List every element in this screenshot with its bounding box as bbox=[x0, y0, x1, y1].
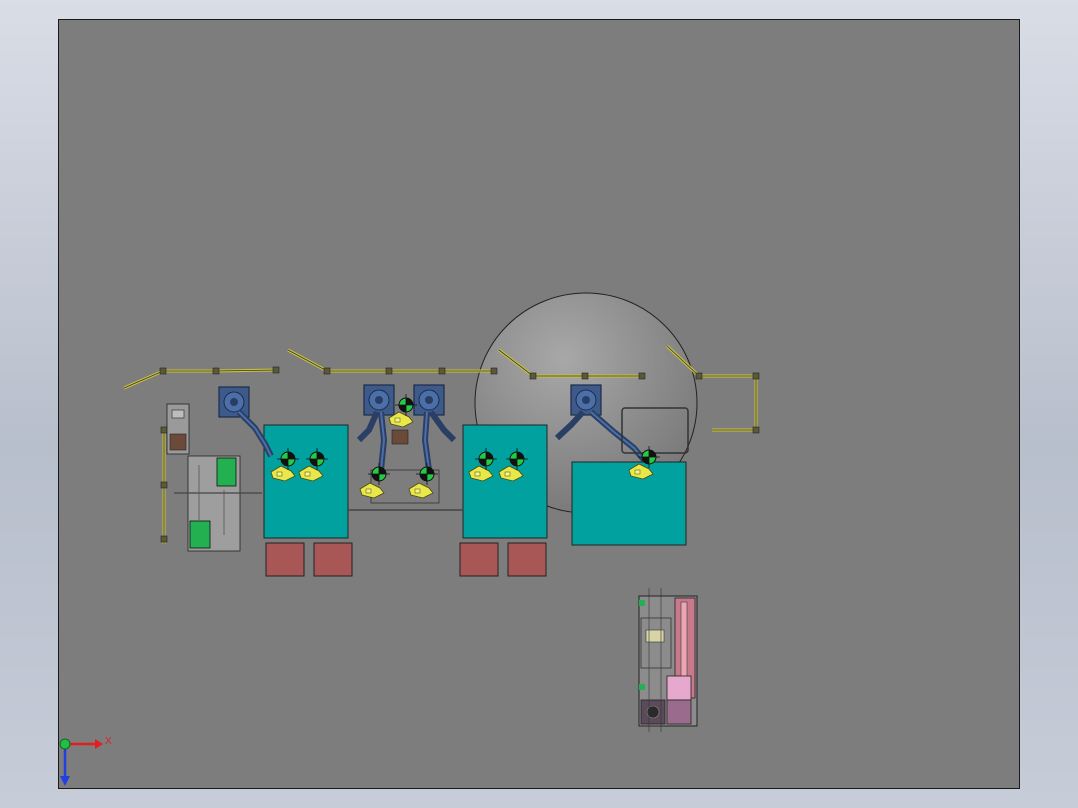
robot-3[interactable] bbox=[413, 384, 457, 471]
graphics-viewport[interactable]: X bbox=[58, 19, 1020, 789]
pallets[interactable] bbox=[265, 542, 547, 577]
control-cabinet[interactable] bbox=[166, 403, 190, 455]
cad-scene[interactable]: X bbox=[59, 20, 1021, 790]
robot-1[interactable] bbox=[218, 386, 274, 458]
work-table-1[interactable] bbox=[263, 424, 349, 539]
coordinate-triad-icon: X bbox=[59, 736, 112, 786]
origin-sphere-icon bbox=[59, 738, 71, 750]
work-table-3[interactable] bbox=[571, 461, 687, 546]
infeed-conveyor[interactable] bbox=[174, 455, 262, 552]
x-axis-label: X bbox=[105, 736, 112, 747]
work-table-2[interactable] bbox=[462, 424, 548, 539]
outfeed-machine[interactable] bbox=[638, 588, 698, 732]
robot-2[interactable] bbox=[356, 384, 395, 471]
